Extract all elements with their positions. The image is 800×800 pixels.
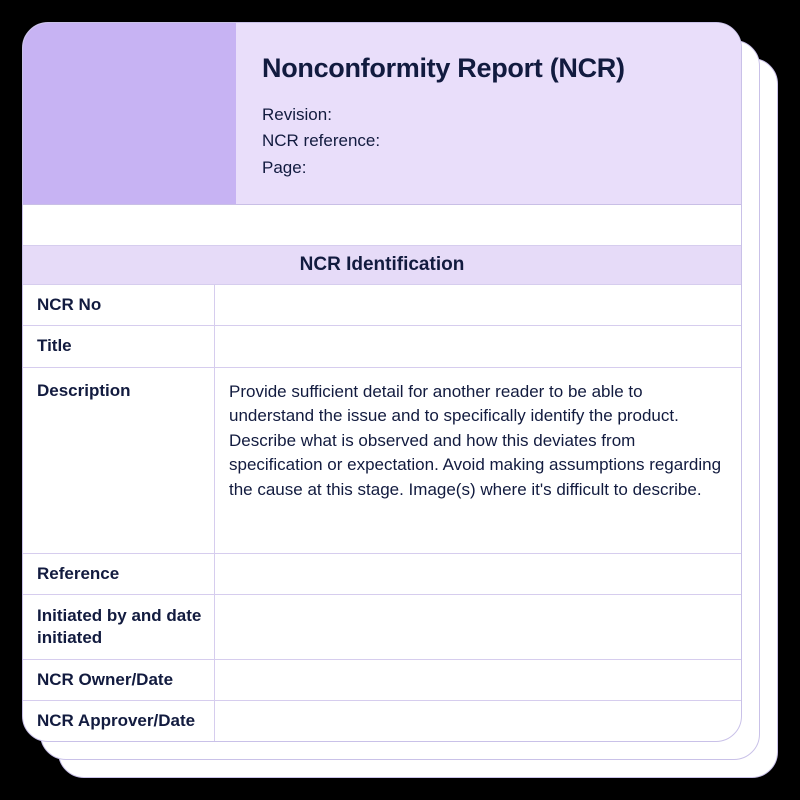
identification-table: NCR No Title Description Provide suffici…	[23, 285, 741, 741]
value-description: Provide sufficient detail for another re…	[215, 368, 741, 553]
header-spacer	[23, 205, 741, 245]
value-owner	[215, 660, 741, 700]
label-ncr-no: NCR No	[23, 285, 215, 325]
label-owner: NCR Owner/Date	[23, 660, 215, 700]
row-reference: Reference	[23, 554, 741, 595]
document-stack: Nonconformity Report (NCR) Revision: NCR…	[22, 22, 778, 778]
value-initiated	[215, 595, 741, 659]
document-header: Nonconformity Report (NCR) Revision: NCR…	[23, 23, 741, 205]
value-title	[215, 326, 741, 366]
label-reference: Reference	[23, 554, 215, 594]
header-content: Nonconformity Report (NCR) Revision: NCR…	[236, 23, 741, 204]
row-title: Title	[23, 326, 741, 367]
label-initiated: Initiated by and date initiated	[23, 595, 215, 659]
row-approver: NCR Approver/Date	[23, 701, 741, 741]
label-title: Title	[23, 326, 215, 366]
section-title-bar: NCR Identification	[23, 245, 741, 285]
row-owner: NCR Owner/Date	[23, 660, 741, 701]
row-description: Description Provide sufficient detail fo…	[23, 368, 741, 554]
section-title: NCR Identification	[300, 254, 465, 276]
label-approver: NCR Approver/Date	[23, 701, 215, 741]
meta-page: Page:	[262, 155, 717, 181]
meta-ncr-reference: NCR reference:	[262, 128, 717, 154]
logo-placeholder	[23, 23, 236, 204]
row-ncr-no: NCR No	[23, 285, 741, 326]
document-title: Nonconformity Report (NCR)	[262, 53, 717, 84]
row-initiated: Initiated by and date initiated	[23, 595, 741, 660]
document-card: Nonconformity Report (NCR) Revision: NCR…	[22, 22, 742, 742]
value-ncr-no	[215, 285, 741, 325]
label-description: Description	[23, 368, 215, 553]
meta-revision: Revision:	[262, 102, 717, 128]
value-reference	[215, 554, 741, 594]
value-approver	[215, 701, 741, 741]
